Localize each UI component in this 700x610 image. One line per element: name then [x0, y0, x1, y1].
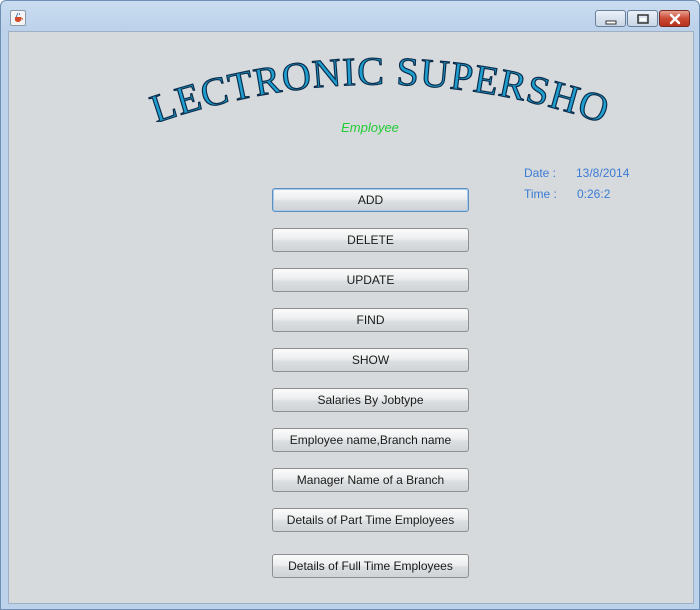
maximize-button[interactable]	[627, 10, 658, 27]
app-window: ELECTRONIC SUPERSHOP Employee Date : 13/…	[0, 0, 700, 610]
salaries-by-jobtype-button[interactable]: Salaries By Jobtype	[272, 388, 469, 412]
title-bar[interactable]	[1, 1, 699, 31]
manager-name-branch-button[interactable]: Manager Name of a Branch	[272, 468, 469, 492]
date-label: Date :	[524, 166, 557, 180]
minimize-button[interactable]	[595, 10, 626, 27]
update-button[interactable]: UPDATE	[272, 268, 469, 292]
close-button[interactable]	[659, 10, 690, 27]
main-panel: ELECTRONIC SUPERSHOP Employee Date : 13/…	[8, 31, 694, 604]
maximize-icon	[637, 14, 649, 24]
minimize-icon	[605, 20, 617, 25]
part-time-employees-button[interactable]: Details of Part Time Employees	[272, 508, 469, 532]
full-time-employees-button[interactable]: Details of Full Time Employees	[272, 554, 469, 578]
employee-branch-name-button[interactable]: Employee name,Branch name	[272, 428, 469, 452]
time-value: 0:26:2	[577, 187, 611, 201]
delete-button[interactable]: DELETE	[272, 228, 469, 252]
find-button[interactable]: FIND	[272, 308, 469, 332]
add-button[interactable]: ADD	[272, 188, 469, 212]
date-value: 13/8/2014	[576, 166, 630, 180]
close-icon	[669, 13, 681, 25]
time-label: Time :	[524, 187, 557, 201]
title-banner: ELECTRONIC SUPERSHOP	[9, 32, 615, 122]
app-title: ELECTRONIC SUPERSHOP	[9, 32, 615, 122]
show-button[interactable]: SHOW	[272, 348, 469, 372]
page-subtitle: Employee	[341, 120, 399, 135]
java-cup-icon[interactable]	[10, 10, 26, 26]
